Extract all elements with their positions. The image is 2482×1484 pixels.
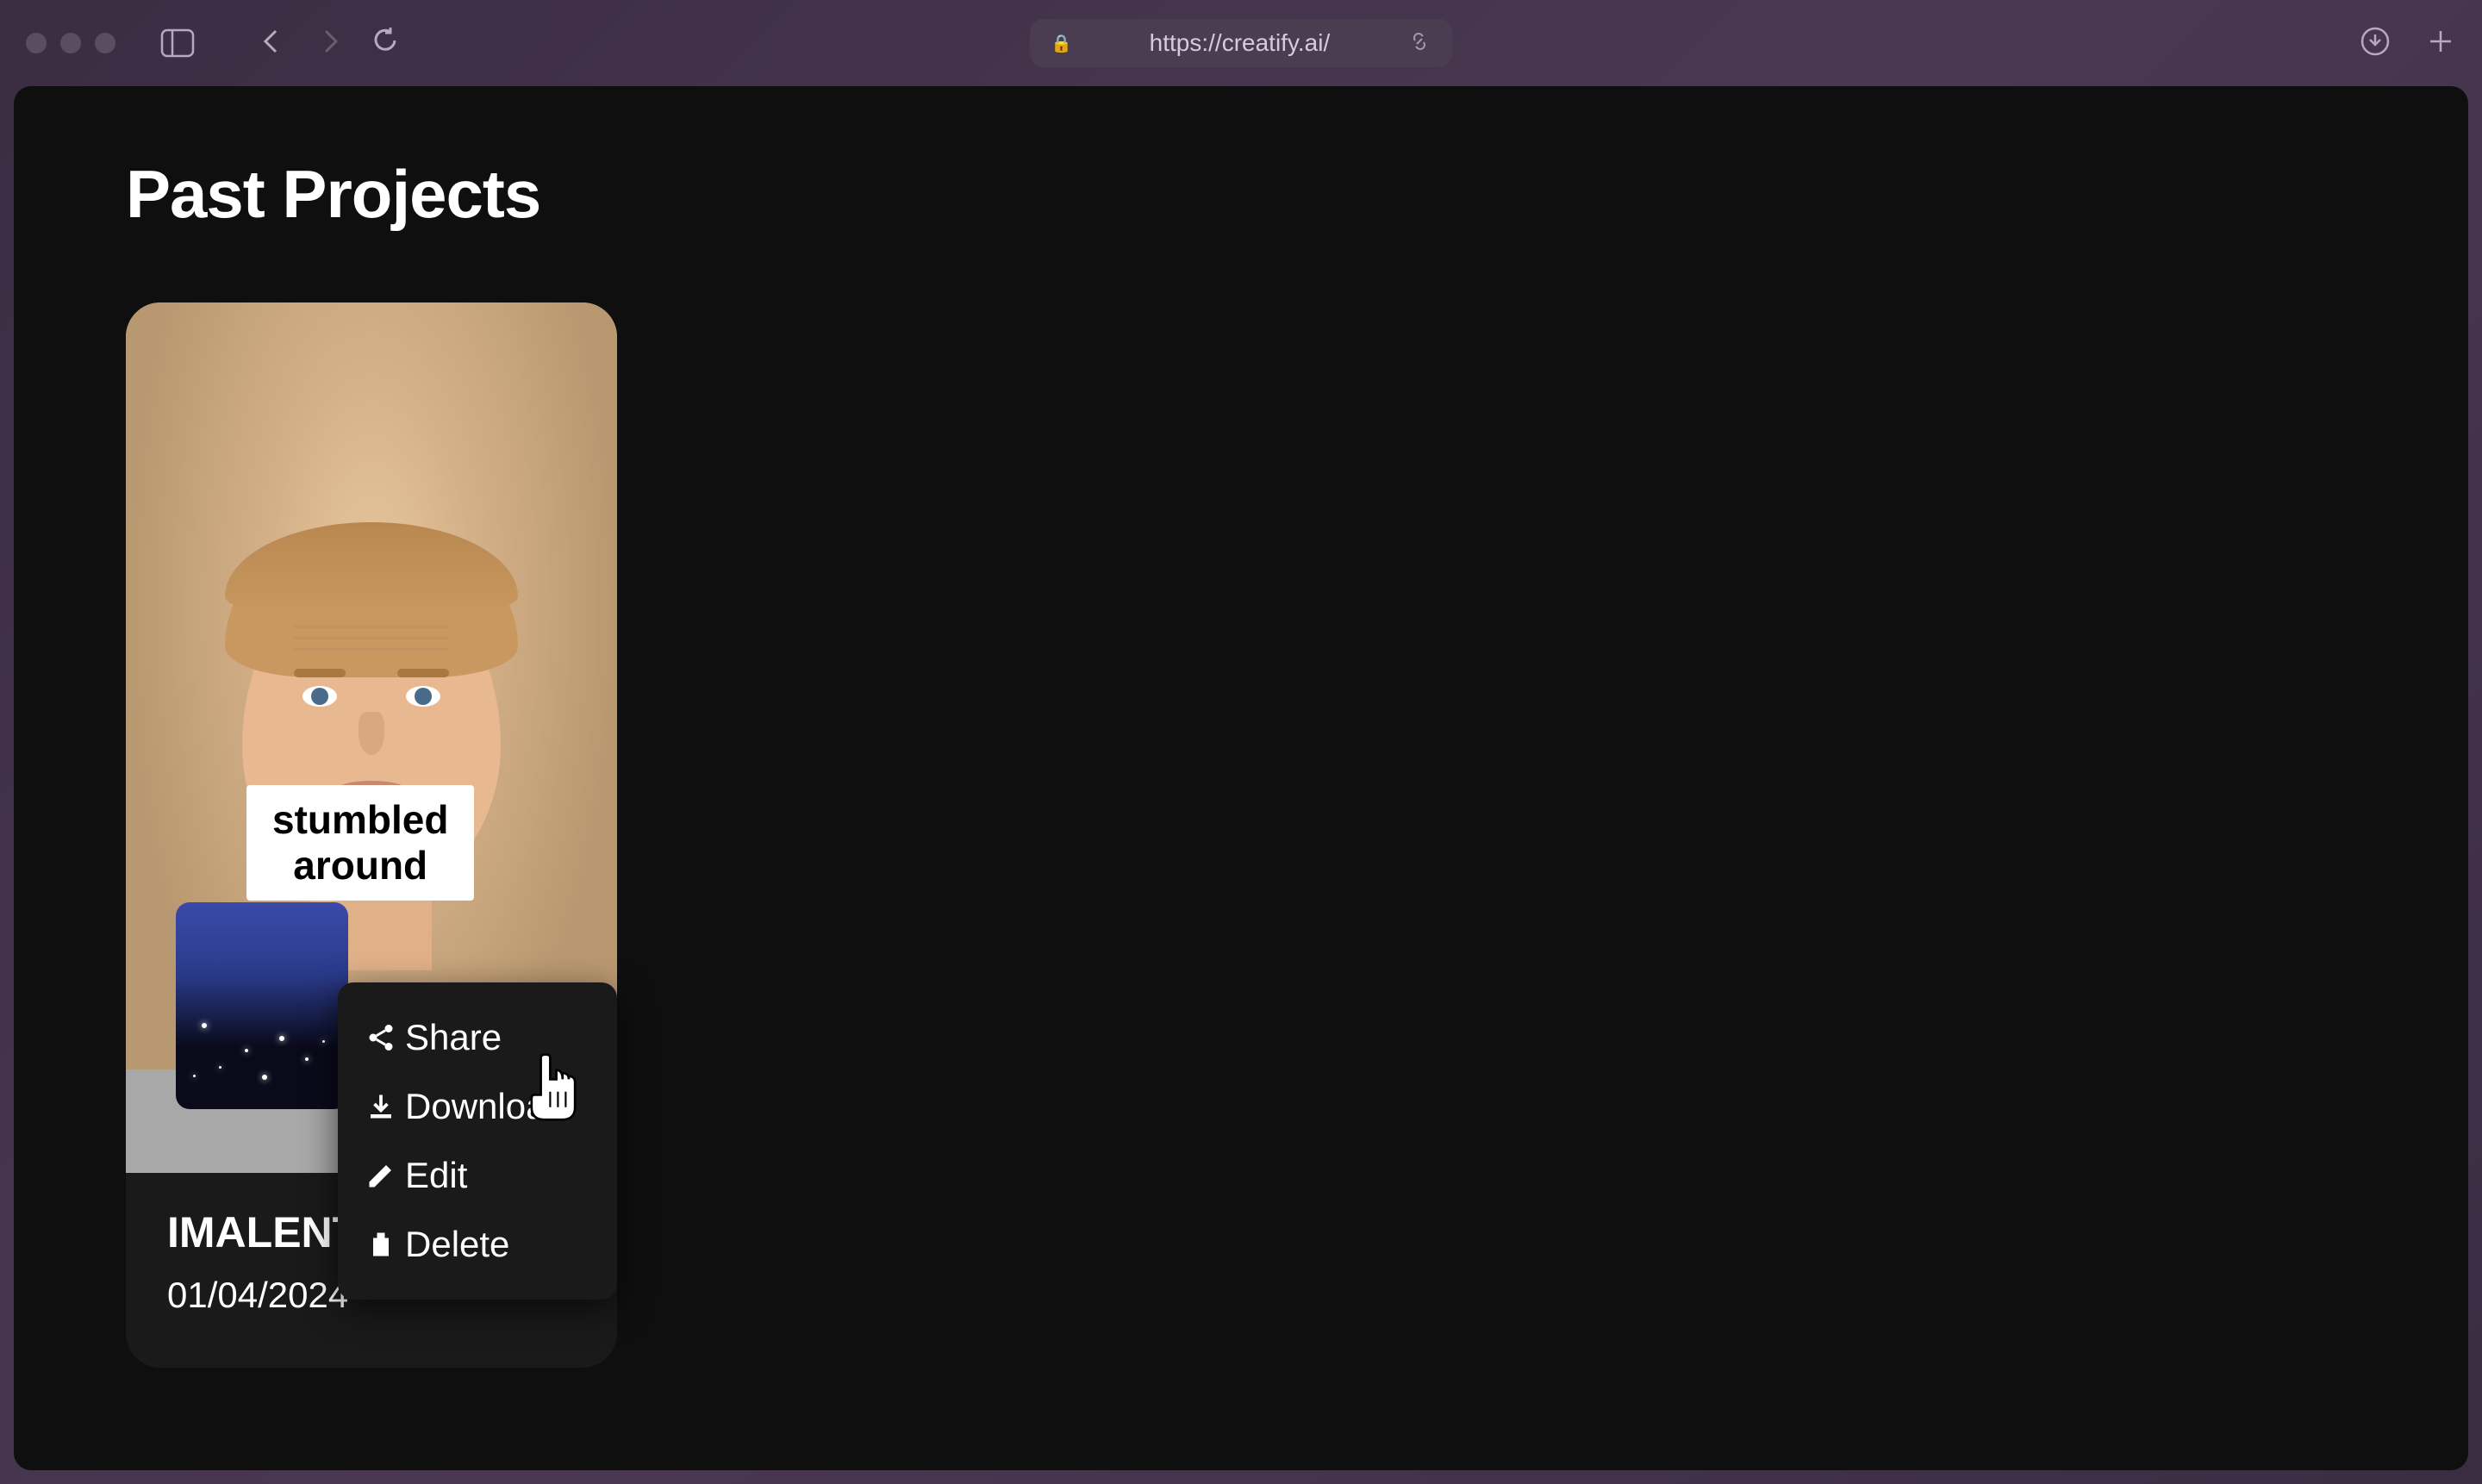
downloads-button[interactable]	[2360, 26, 2391, 61]
page-content: Past Projects stumbled around	[14, 86, 2468, 1470]
window-controls	[26, 33, 115, 53]
back-button[interactable]	[257, 26, 288, 61]
forward-button[interactable]	[314, 26, 345, 61]
page-title: Past Projects	[126, 155, 2356, 234]
delete-menu-item[interactable]: Delete	[338, 1210, 617, 1279]
minimize-window-button[interactable]	[60, 33, 81, 53]
maximize-window-button[interactable]	[95, 33, 115, 53]
edit-icon	[365, 1160, 396, 1191]
edit-menu-item[interactable]: Edit	[338, 1141, 617, 1210]
video-caption: stumbled around	[246, 785, 474, 901]
delete-icon	[365, 1229, 396, 1260]
pointer-cursor-icon	[522, 1051, 584, 1120]
reload-button[interactable]	[371, 26, 400, 61]
browser-chrome: 🔒 https://creatify.ai/	[0, 0, 2482, 86]
new-tab-button[interactable]	[2425, 26, 2456, 61]
close-window-button[interactable]	[26, 33, 47, 53]
download-icon	[365, 1091, 396, 1122]
project-context-menu: Share Download Edit Delete	[338, 982, 617, 1300]
share-link-icon[interactable]	[1407, 29, 1431, 58]
url-text: https://creatify.ai/	[1086, 29, 1394, 57]
share-icon	[365, 1022, 396, 1053]
address-bar[interactable]: 🔒 https://creatify.ai/	[1030, 19, 1452, 67]
sidebar-toggle-button[interactable]	[159, 28, 196, 59]
inset-product-thumbnail	[176, 902, 348, 1109]
lock-icon: 🔒	[1051, 33, 1072, 54]
